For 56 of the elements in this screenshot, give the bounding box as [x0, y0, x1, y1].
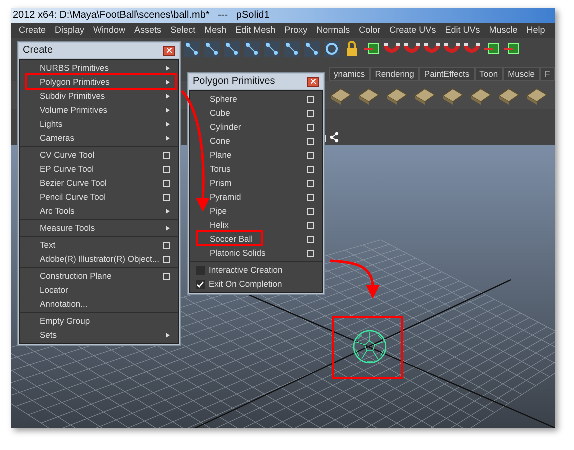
shelf-tab[interactable]: F [540, 67, 556, 81]
menu-bar-item[interactable]: Window [94, 24, 126, 38]
shelf-tab[interactable]: PaintEffects [419, 67, 475, 81]
menu-bar-item[interactable]: Proxy [284, 24, 308, 38]
menu-item[interactable]: Pipe [210, 204, 307, 218]
menu-bar-item[interactable]: Help [526, 24, 546, 38]
menu-item[interactable]: Cameras [40, 131, 166, 145]
menu-bar-item[interactable]: Color [359, 24, 381, 38]
menu-item[interactable]: Volume Primitives [40, 103, 166, 117]
menu-item[interactable]: Pencil Curve Tool [40, 190, 163, 204]
menu-item[interactable]: Cylinder [210, 120, 307, 134]
menu-bar-item[interactable]: Display [55, 24, 85, 38]
menu-item[interactable]: Prism [210, 176, 307, 190]
menu-item[interactable]: CV Curve Tool [40, 148, 163, 162]
menu-item[interactable]: Polygon Primitives [40, 75, 166, 89]
menu-bar-item[interactable]: Normals [316, 24, 350, 38]
menu-item[interactable]: Measure Tools [40, 221, 166, 235]
menu-item[interactable]: Cone [210, 134, 307, 148]
menu-item[interactable]: Sphere [210, 92, 307, 106]
menu-bar-item[interactable]: Assets [134, 24, 162, 38]
menu-item[interactable]: Plane [210, 148, 307, 162]
menu-bar-item[interactable]: Edit Mesh [236, 24, 276, 38]
shelf-tab[interactable]: Rendering [370, 67, 420, 81]
menu-item[interactable]: Platonic Solids [210, 246, 307, 260]
menu-item[interactable]: Helix [210, 218, 307, 232]
menu-item[interactable]: Text [40, 238, 163, 252]
panel-title: Create [23, 44, 54, 58]
shelf-tab[interactable]: Toon [474, 67, 504, 81]
panel-title: Polygon Primitives [193, 75, 276, 89]
menu-item[interactable]: Adobe(R) Illustrator(R) Object... [40, 252, 163, 266]
menu-item[interactable]: Torus [210, 162, 307, 176]
menu-item[interactable]: Subdiv Primitives [40, 89, 166, 103]
menu-item[interactable]: Arc Tools [40, 204, 166, 218]
menu-item[interactable]: Lights [40, 117, 166, 131]
menu-bar-item[interactable]: Create UVs [390, 24, 436, 38]
menu-item[interactable]: Annotation... [40, 297, 170, 311]
menu-item[interactable]: Cube [210, 106, 307, 120]
menu-item[interactable]: Bezier Curve Tool [40, 176, 163, 190]
menu-bar-item[interactable]: Select [170, 24, 196, 38]
menu-item[interactable]: Empty Group [40, 314, 170, 328]
menu-bar-item[interactable]: Mesh [204, 24, 227, 38]
menu-item[interactable]: Pyramid [210, 190, 307, 204]
menu-item[interactable]: Locator [40, 283, 170, 297]
menu-item[interactable]: NURBS Primitives [40, 61, 166, 75]
checkbox-label[interactable]: Exit On Completion [209, 278, 282, 290]
menu-bar-item[interactable]: Edit UVs [445, 24, 480, 38]
menu-bar-item[interactable]: Create [19, 24, 46, 38]
menu-item[interactable]: Sets [40, 328, 166, 342]
menu-item[interactable]: Soccer Ball [210, 232, 307, 246]
shelf-tab[interactable]: ynamics [329, 67, 370, 81]
menu-item[interactable]: Construction Plane [40, 269, 163, 283]
menu-item[interactable]: EP Curve Tool [40, 162, 163, 176]
shelf-tab[interactable]: Muscle [503, 67, 540, 81]
menu-bar-item[interactable]: Muscle [489, 24, 518, 38]
checkbox-label[interactable]: Interactive Creation [209, 264, 283, 276]
window-title: 2012 x64: D:\Maya\FootBall\scenes\ball.mb* --- pSolid1 [13, 9, 270, 23]
